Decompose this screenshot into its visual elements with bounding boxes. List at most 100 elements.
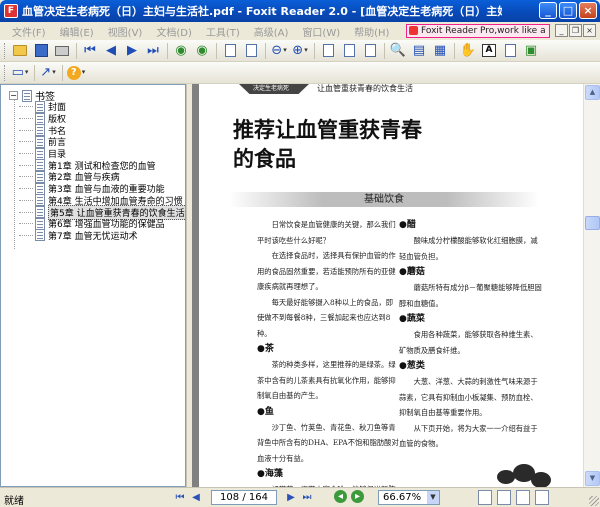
typewriter-icon[interactable]: ▣: [521, 42, 541, 60]
bookmark-item[interactable]: 第1章 测试和检查您的血管: [19, 159, 185, 172]
bookmarks-icon[interactable]: ▤: [409, 42, 429, 60]
menu-file[interactable]: 文件(F): [4, 24, 52, 39]
menu-tools[interactable]: 工具(T): [198, 24, 246, 39]
bookmark-icon: [35, 112, 45, 125]
bookmark-icon: [35, 170, 45, 183]
annotation-arrow-icon[interactable]: ↗ ▾: [38, 64, 58, 82]
rotate-page-icon[interactable]: [241, 42, 261, 60]
status-next-page-icon[interactable]: ▶: [283, 490, 299, 505]
food-subheading: ●蔬菜: [399, 314, 425, 324]
hand-icon[interactable]: ✋: [458, 42, 478, 60]
scroll-up-button[interactable]: ▲: [585, 85, 600, 100]
bookmark-item[interactable]: 书名: [19, 124, 185, 137]
toolbar-separator: [76, 42, 77, 59]
menu-window[interactable]: 窗口(W): [294, 24, 346, 39]
layout-icon[interactable]: ▭ ▾: [10, 64, 30, 82]
status-back-icon[interactable]: ◂: [334, 490, 347, 503]
promo-text: Foxit Reader Pro,work like a pro!: [421, 26, 549, 36]
bookmark-item[interactable]: 第6章 增强血管功能的保健品: [19, 217, 185, 230]
status-text: 就绪: [4, 496, 24, 507]
food-subheading: ●蘑菇: [399, 267, 425, 277]
status-prev-page-icon[interactable]: ◀: [188, 490, 204, 505]
status-last-page-icon[interactable]: ⏭: [299, 490, 315, 505]
bookmark-icon: [35, 229, 45, 242]
toolbar-separator: [167, 42, 168, 59]
back-icon[interactable]: ◉: [171, 42, 191, 60]
menu-help[interactable]: 帮助(H): [346, 24, 395, 39]
bookmark-label: 第7章 血管无忧运动术: [48, 231, 138, 242]
scroll-thumb[interactable]: [585, 216, 600, 230]
open-icon[interactable]: [10, 42, 30, 60]
bookmark-item[interactable]: 版权: [19, 112, 185, 125]
forward-icon[interactable]: ◉: [192, 42, 212, 60]
facing-page-icon[interactable]: [339, 42, 359, 60]
bookmark-item[interactable]: 第7章 血管无忧运动术: [19, 229, 185, 242]
single-page-icon[interactable]: [318, 42, 338, 60]
rotate-icon[interactable]: [220, 42, 240, 60]
bookmark-item-selected[interactable]: 第5章 让血管重获青春的饮食生活: [19, 204, 185, 220]
status-first-page-icon[interactable]: ⏮: [172, 490, 188, 505]
vertical-scrollbar[interactable]: ▲ ▼: [583, 84, 600, 487]
find-icon[interactable]: 🔍: [388, 42, 408, 60]
zoom-select[interactable]: 66.67% ▼: [378, 490, 440, 505]
select-text-icon[interactable]: A: [479, 42, 499, 60]
fit-width-icon[interactable]: [360, 42, 380, 60]
menu-document[interactable]: 文档(D): [148, 24, 198, 39]
illustration: [491, 462, 561, 487]
toolbar-grip[interactable]: [4, 42, 7, 59]
next-page-icon[interactable]: ▶: [122, 42, 142, 60]
menu-edit[interactable]: 编辑(E): [52, 24, 100, 39]
help-icon[interactable]: ? ▾: [66, 64, 86, 82]
title-bar: F 血管决定生老病死（日）主妇与生活社.pdf - Foxit Reader 2…: [0, 0, 600, 22]
zoom-in-icon[interactable]: ⊕ ▾: [290, 42, 310, 60]
bookmark-item[interactable]: 第2章 血管与疾病: [19, 170, 185, 183]
minimize-button[interactable]: _: [539, 2, 557, 19]
section-label: 基础饮食: [364, 194, 404, 205]
menu-advanced[interactable]: 高级(A): [246, 24, 295, 39]
facing-view-icon[interactable]: [516, 490, 530, 505]
toolbar-separator: [314, 42, 315, 59]
menu-view[interactable]: 视图(V): [100, 24, 149, 39]
body-paragraph: 酸味成分柠檬酸能够软化红细胞膜，减轻血管负担。: [399, 236, 538, 261]
app-icon[interactable]: F: [4, 4, 18, 18]
toolbar-grip[interactable]: [4, 64, 7, 81]
thumbnails-icon[interactable]: ▦: [430, 42, 450, 60]
bookmark-icon: [35, 217, 45, 230]
continuous-view-icon[interactable]: [497, 490, 511, 505]
page-title-line-1: 推荐让血管重获青春: [233, 118, 422, 142]
bookmark-item[interactable]: 第3章 血管与血液的重要功能: [19, 182, 185, 195]
chevron-down-icon[interactable]: ▼: [427, 491, 439, 504]
snapshot-icon[interactable]: [500, 42, 520, 60]
body-paragraph: 每天最好能够摄入8种以上的食品，即使做不到每餐8种，三餐加起来也应达到8种。: [257, 297, 393, 338]
toolbar-separator: [34, 64, 35, 81]
save-icon[interactable]: [31, 42, 51, 60]
close-button[interactable]: ×: [579, 2, 597, 19]
doc-close-button[interactable]: ×: [583, 24, 596, 37]
page-number-input[interactable]: 108 / 164: [211, 490, 277, 505]
promo-banner[interactable]: Foxit Reader Pro,work like a pro!: [406, 24, 550, 38]
body-paragraph: 在选择食品时，选择具有保护血管的作用的食品固然重要，若适能预防所有的亚健康疾病就…: [257, 251, 396, 291]
prev-page-icon[interactable]: ◀: [101, 42, 121, 60]
resize-grip[interactable]: [589, 496, 599, 506]
bookmark-icon: [35, 182, 45, 195]
single-page-view-icon[interactable]: [478, 490, 492, 505]
status-forward-icon[interactable]: ▸: [351, 490, 364, 503]
first-page-icon[interactable]: ⏮: [80, 42, 100, 60]
document-view[interactable]: 决定生老病死 让血管重获青春的饮食生活 推荐让血管重获青春 的食品 基础饮食 日…: [192, 84, 583, 487]
doc-minimize-button[interactable]: _: [555, 24, 568, 37]
last-page-icon[interactable]: ⏭: [143, 42, 163, 60]
bookmark-icon: [35, 100, 45, 113]
bookmark-item[interactable]: 前言: [19, 135, 185, 148]
page-title-line-2: 的食品: [233, 147, 296, 171]
scroll-down-button[interactable]: ▼: [585, 471, 600, 486]
maximize-button[interactable]: □: [559, 2, 577, 19]
continuous-facing-view-icon[interactable]: [535, 490, 549, 505]
body-paragraph: 从下页开始，将为大家一一介绍有益于血管的食物。: [399, 423, 538, 449]
body-paragraph: 蘑菇所特有成分β－葡聚糖能够降低胆固醇和血糖值。: [399, 283, 542, 308]
print-icon[interactable]: [52, 42, 72, 60]
doc-restore-button[interactable]: ❐: [569, 24, 582, 37]
zoom-out-icon[interactable]: ⊖ ▾: [269, 42, 289, 60]
bookmark-item[interactable]: 封面: [19, 100, 185, 113]
bookmark-item[interactable]: 目录: [19, 147, 185, 160]
food-subheading: ●醋: [399, 220, 416, 230]
